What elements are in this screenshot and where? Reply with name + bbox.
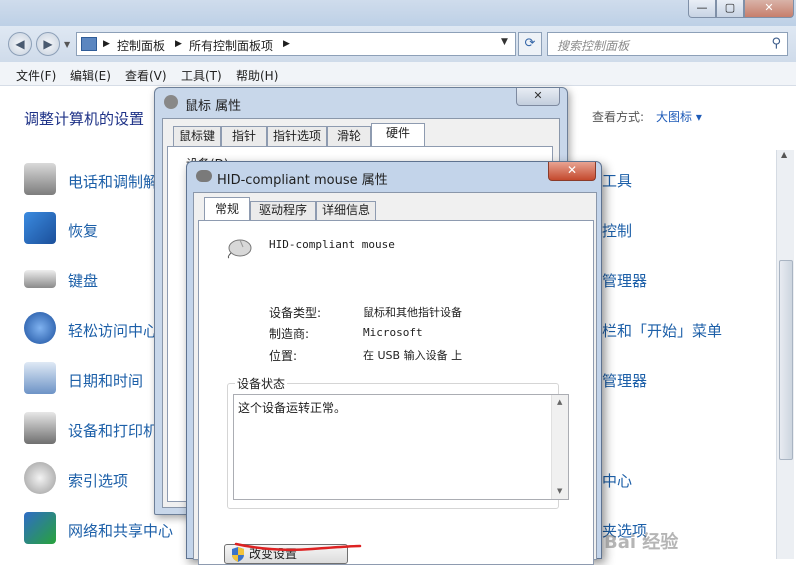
tab-pointers[interactable]: 指针 [221, 126, 267, 146]
view-by-label: 查看方式: [592, 110, 645, 124]
chevron-right-icon[interactable]: ▶ [103, 39, 110, 49]
device-status-textbox[interactable]: 这个设备运转正常。 ▲ ▼ [233, 394, 569, 500]
tab-hardware[interactable]: 硬件 [371, 123, 425, 147]
menu-edit[interactable]: 编辑(E) [70, 67, 111, 84]
dialog-title: 鼠标 属性 [185, 99, 242, 114]
close-button[interactable]: ✕ [744, 0, 794, 18]
tab-details[interactable]: 详细信息 [316, 201, 376, 220]
cp-item-label: 索引选项 [68, 472, 129, 490]
scroll-up-icon[interactable]: ▲ [557, 398, 562, 406]
scroll-up-icon[interactable]: ▲ [781, 150, 787, 159]
dialog-body: 常规 驱动程序 详细信息 HID-compliant mouse 设备类型: 鼠… [193, 192, 597, 565]
menu-tools[interactable]: 工具(T) [181, 67, 222, 84]
cp-item-label: 轻松访问中心 [68, 322, 159, 340]
cp-item-label: 设备和打印机 [68, 422, 159, 440]
tab-buttons[interactable]: 鼠标键 [173, 126, 221, 146]
status-scrollbar[interactable]: ▲ ▼ [551, 395, 568, 499]
chevron-down-icon[interactable]: ▼ [501, 37, 508, 47]
page-title: 调整计算机的设置 [24, 110, 145, 128]
manufacturer-value: Microsoft [363, 326, 423, 339]
device-name: HID-compliant mouse [269, 238, 395, 251]
forward-button[interactable]: ▶ [36, 32, 60, 56]
menu-bar: 文件(F) 编辑(E) 查看(V) 工具(T) 帮助(H) [0, 62, 796, 86]
device-status-legend: 设备状态 [235, 375, 288, 392]
location-label: 位置: [269, 349, 298, 363]
scroll-down-icon[interactable]: ▼ [557, 487, 562, 495]
cp-item-label: 网络和共享中心 [68, 522, 174, 540]
menu-file[interactable]: 文件(F) [16, 67, 56, 84]
control-panel-icon [81, 37, 97, 51]
device-type-value: 鼠标和其他指针设备 [363, 306, 462, 319]
calendar-icon [24, 362, 56, 394]
menu-view[interactable]: 查看(V) [125, 67, 167, 84]
mouse-icon [164, 95, 178, 109]
printer-icon [24, 412, 56, 444]
window-titlebar: — ▢ ✕ [0, 0, 796, 26]
hid-mouse-properties-dialog: HID-compliant mouse 属性 ✕ 常规 驱动程序 详细信息 HI… [186, 161, 602, 565]
chevron-right-icon[interactable]: ▶ [175, 39, 182, 49]
phone-modem-icon [24, 163, 56, 195]
search-icon[interactable]: ⚲ [771, 36, 781, 51]
scroll-thumb[interactable] [779, 260, 793, 460]
minimize-button[interactable]: — [688, 0, 716, 18]
device-status-text: 这个设备运转正常。 [238, 401, 347, 415]
keyboard-icon [24, 270, 56, 288]
cp-item-label: 日期和时间 [68, 372, 144, 390]
dialog-title: HID-compliant mouse 属性 [217, 173, 388, 188]
refresh-button[interactable]: ⟳ [518, 32, 542, 56]
close-button[interactable]: ✕ [548, 162, 596, 181]
tab-driver[interactable]: 驱动程序 [250, 201, 316, 220]
mouse-icon [196, 170, 212, 182]
cp-item-label: 恢复 [68, 222, 99, 240]
address-toolbar: ◀ ▶ ▼ ▶ 控制面板 ▶ 所有控制面板项 ▶ ▼ ⟳ 搜索控制面板 ⚲ [0, 26, 796, 62]
vertical-scrollbar[interactable]: ▲ [776, 150, 794, 559]
network-icon [24, 512, 56, 544]
recovery-icon [24, 212, 56, 244]
cp-item-right-1[interactable]: 工具 [602, 170, 632, 191]
ease-of-access-icon [24, 312, 56, 344]
breadcrumb-control-panel[interactable]: 控制面板 [117, 37, 165, 54]
chevron-right-icon[interactable]: ▶ [283, 39, 290, 49]
back-button[interactable]: ◀ [8, 32, 32, 56]
cp-item-label: 电话和调制解 [68, 173, 159, 191]
tab-wheel[interactable]: 滑轮 [327, 126, 371, 146]
device-type-label: 设备类型: [269, 306, 322, 320]
search-input[interactable]: 搜索控制面板 ⚲ [547, 32, 788, 56]
red-annotation-underline [234, 542, 362, 552]
tab-pointer-options[interactable]: 指针选项 [267, 126, 327, 146]
baidu-watermark: Bai 经验 [604, 528, 678, 554]
breadcrumb-all-items[interactable]: 所有控制面板项 [189, 37, 273, 54]
cp-item-right-3[interactable]: 管理器 [602, 270, 647, 291]
general-panel: HID-compliant mouse 设备类型: 鼠标和其他指针设备 制造商:… [198, 220, 594, 565]
recent-pages-dropdown-icon[interactable]: ▼ [64, 40, 70, 49]
watermark-text: Bai 经验 [604, 532, 679, 553]
maximize-button[interactable]: ▢ [716, 0, 744, 18]
view-by-dropdown[interactable]: 大图标 ▾ [656, 108, 702, 125]
address-field[interactable]: ▶ 控制面板 ▶ 所有控制面板项 ▶ ▼ [76, 32, 516, 56]
manufacturer-label: 制造商: [269, 327, 310, 341]
search-placeholder: 搜索控制面板 [557, 39, 630, 53]
cp-item-right-2[interactable]: 控制 [602, 220, 632, 241]
cp-item-right-4[interactable]: 栏和「开始」菜单 [602, 320, 722, 341]
tab-general[interactable]: 常规 [204, 197, 250, 221]
search-magnifier-icon [24, 462, 56, 494]
cp-item-label: 键盘 [68, 272, 99, 290]
close-button[interactable]: ✕ [516, 88, 560, 106]
mouse-device-icon [227, 239, 252, 259]
cp-item-right-6[interactable]: 中心 [602, 470, 632, 491]
location-value: 在 USB 输入设备 上 [363, 349, 463, 362]
menu-help[interactable]: 帮助(H) [236, 67, 278, 84]
cp-item-right-5[interactable]: 管理器 [602, 370, 647, 391]
